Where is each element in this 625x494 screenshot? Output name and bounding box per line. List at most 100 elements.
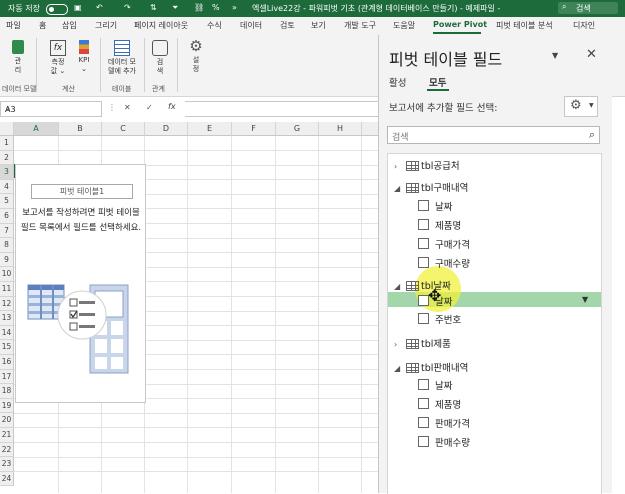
title-search[interactable]: ⌕ 검색 (558, 2, 618, 14)
undo-icon[interactable]: ↶ (96, 3, 103, 12)
table-node-sales[interactable]: ◢ tbl판매내역 (394, 360, 468, 376)
field-item[interactable]: 구매가격 (418, 237, 470, 253)
detect-button[interactable]: 검 색 (148, 40, 172, 76)
row-header[interactable]: 14 (0, 325, 14, 341)
table-node-purchases[interactable]: ◢ tbl구매내역 (394, 180, 468, 196)
tab-help[interactable]: 도움말 (393, 20, 415, 31)
table-node-supplier[interactable]: › tbl공급처 (394, 158, 460, 174)
row-header[interactable]: 2 (0, 150, 14, 166)
column-header[interactable]: E (188, 122, 232, 136)
more-icon[interactable]: » (232, 3, 237, 12)
table-node-dates[interactable]: ◢ tbl날짜 (394, 278, 451, 294)
cancel-icon[interactable]: ✕ (124, 103, 131, 112)
column-header[interactable]: F (232, 122, 276, 136)
row-header[interactable]: 1 (0, 136, 14, 151)
row-header[interactable]: 8 (0, 238, 14, 253)
tab-formulas[interactable]: 수식 (207, 20, 222, 31)
column-header[interactable]: H (319, 122, 362, 136)
pane-options-chevron-icon[interactable]: ▼ (552, 51, 558, 60)
field-item[interactable]: 날짜 (418, 378, 452, 394)
row-header[interactable]: 9 (0, 252, 14, 268)
row-header[interactable]: 20 (0, 413, 14, 428)
field-checkbox[interactable] (418, 379, 429, 390)
row-header[interactable]: 17 (0, 369, 14, 385)
row-header[interactable]: 22 (0, 442, 14, 458)
pivot-table-placeholder[interactable]: 피벗 테이블1 보고서를 작성하려면 피벗 테이블 필드 목록에서 필드를 선택… (15, 164, 146, 403)
column-header[interactable]: D (145, 122, 188, 136)
measures-button[interactable]: fx 측정 값 ⌄ (44, 40, 72, 76)
tab-file[interactable]: 파일 (6, 20, 21, 31)
pane-settings-button[interactable]: ⚙ ▼ (564, 96, 598, 117)
table-node-products[interactable]: › tbl제품 (394, 336, 451, 352)
field-item[interactable]: 판매가격 (418, 416, 470, 432)
formula-input[interactable] (185, 101, 380, 117)
row-header[interactable]: 21 (0, 428, 14, 443)
link-icon[interactable]: ⛓ (194, 3, 204, 12)
kpi-button[interactable]: KPI ⌄ (74, 40, 94, 74)
manage-button[interactable]: 관 리 (8, 40, 28, 75)
row-header[interactable]: 11 (0, 282, 14, 297)
field-item[interactable]: 판매수량 (418, 435, 470, 451)
tab-insert[interactable]: 삽입 (62, 20, 77, 31)
enter-icon[interactable]: ✓ (146, 103, 153, 112)
autosave-label: 자동 저장 (8, 4, 40, 13)
tab-draw[interactable]: 그리기 (95, 20, 117, 31)
field-item[interactable]: 제품명 (418, 397, 461, 413)
close-icon[interactable]: ✕ (586, 47, 597, 62)
field-checkbox[interactable] (418, 436, 429, 447)
field-item[interactable]: 주번호 (418, 312, 461, 328)
column-header[interactable]: A (14, 122, 59, 136)
field-checkbox[interactable] (418, 257, 429, 268)
row-header[interactable]: 12 (0, 296, 14, 312)
row-header[interactable]: 24 (0, 471, 14, 487)
settings-button[interactable]: ⚙ 설 정 (184, 38, 208, 74)
field-checkbox[interactable] (418, 417, 429, 428)
tab-all-fields[interactable]: 모두 (429, 75, 446, 89)
tab-active-fields[interactable]: 활성 (389, 75, 406, 89)
column-header[interactable]: G (276, 122, 319, 136)
row-header[interactable]: 6 (0, 209, 14, 224)
tab-review[interactable]: 검토 (280, 20, 295, 31)
tab-data[interactable]: 데이터 (240, 20, 262, 31)
percent-icon[interactable]: % (212, 3, 220, 12)
row-header[interactable]: 5 (0, 194, 14, 209)
field-checkbox[interactable] (418, 398, 429, 409)
field-item[interactable]: 날짜 (418, 199, 452, 215)
field-checkbox[interactable] (418, 238, 429, 249)
row-header[interactable]: 7 (0, 223, 14, 239)
row-header[interactable]: 19 (0, 398, 14, 414)
row-header[interactable]: 18 (0, 384, 14, 399)
field-checkbox[interactable] (418, 313, 429, 324)
column-header[interactable]: B (59, 122, 102, 136)
tab-home[interactable]: 홈 (39, 20, 46, 31)
tab-developer[interactable]: 개발 도구 (344, 20, 376, 31)
row-header[interactable]: 16 (0, 355, 14, 370)
tab-power-pivot[interactable]: Power Pivot (433, 20, 487, 29)
field-checkbox[interactable] (418, 219, 429, 230)
redo-icon[interactable]: ↷ (124, 3, 131, 12)
row-header[interactable]: 10 (0, 267, 14, 282)
insert-function-icon[interactable]: fx (168, 102, 176, 111)
select-all-corner[interactable] (0, 122, 14, 136)
tab-design[interactable]: 디자인 (573, 20, 595, 31)
add-to-data-model-button[interactable]: 데이터 모 델에 추가 (104, 40, 140, 76)
name-box[interactable]: A3 ⌄ (0, 101, 102, 117)
sort-icon[interactable]: ⇅ (150, 3, 157, 12)
autosave-toggle[interactable] (46, 4, 68, 15)
tab-view[interactable]: 보기 (311, 20, 326, 31)
filter-icon[interactable]: ⏷ (172, 3, 178, 13)
field-item[interactable]: 제품명 (418, 218, 461, 234)
row-header[interactable]: 23 (0, 457, 14, 472)
save-icon[interactable]: ▣ (74, 3, 82, 12)
field-item[interactable]: 구매수량 (418, 256, 470, 272)
row-header[interactable]: 15 (0, 340, 14, 355)
row-header[interactable]: 13 (0, 311, 14, 326)
field-checkbox[interactable] (418, 200, 429, 211)
column-header[interactable]: C (102, 122, 145, 136)
field-search-input[interactable]: 검색 ⌕ (387, 126, 600, 144)
row-header[interactable]: 4 (0, 179, 14, 195)
dropdown-arrow-icon[interactable]: ▼ (582, 295, 588, 304)
row-header[interactable]: 3 (0, 165, 14, 180)
tab-pivot-analyze[interactable]: 피벗 테이블 분석 (496, 20, 553, 31)
tab-page-layout[interactable]: 페이지 레이아웃 (134, 20, 188, 31)
